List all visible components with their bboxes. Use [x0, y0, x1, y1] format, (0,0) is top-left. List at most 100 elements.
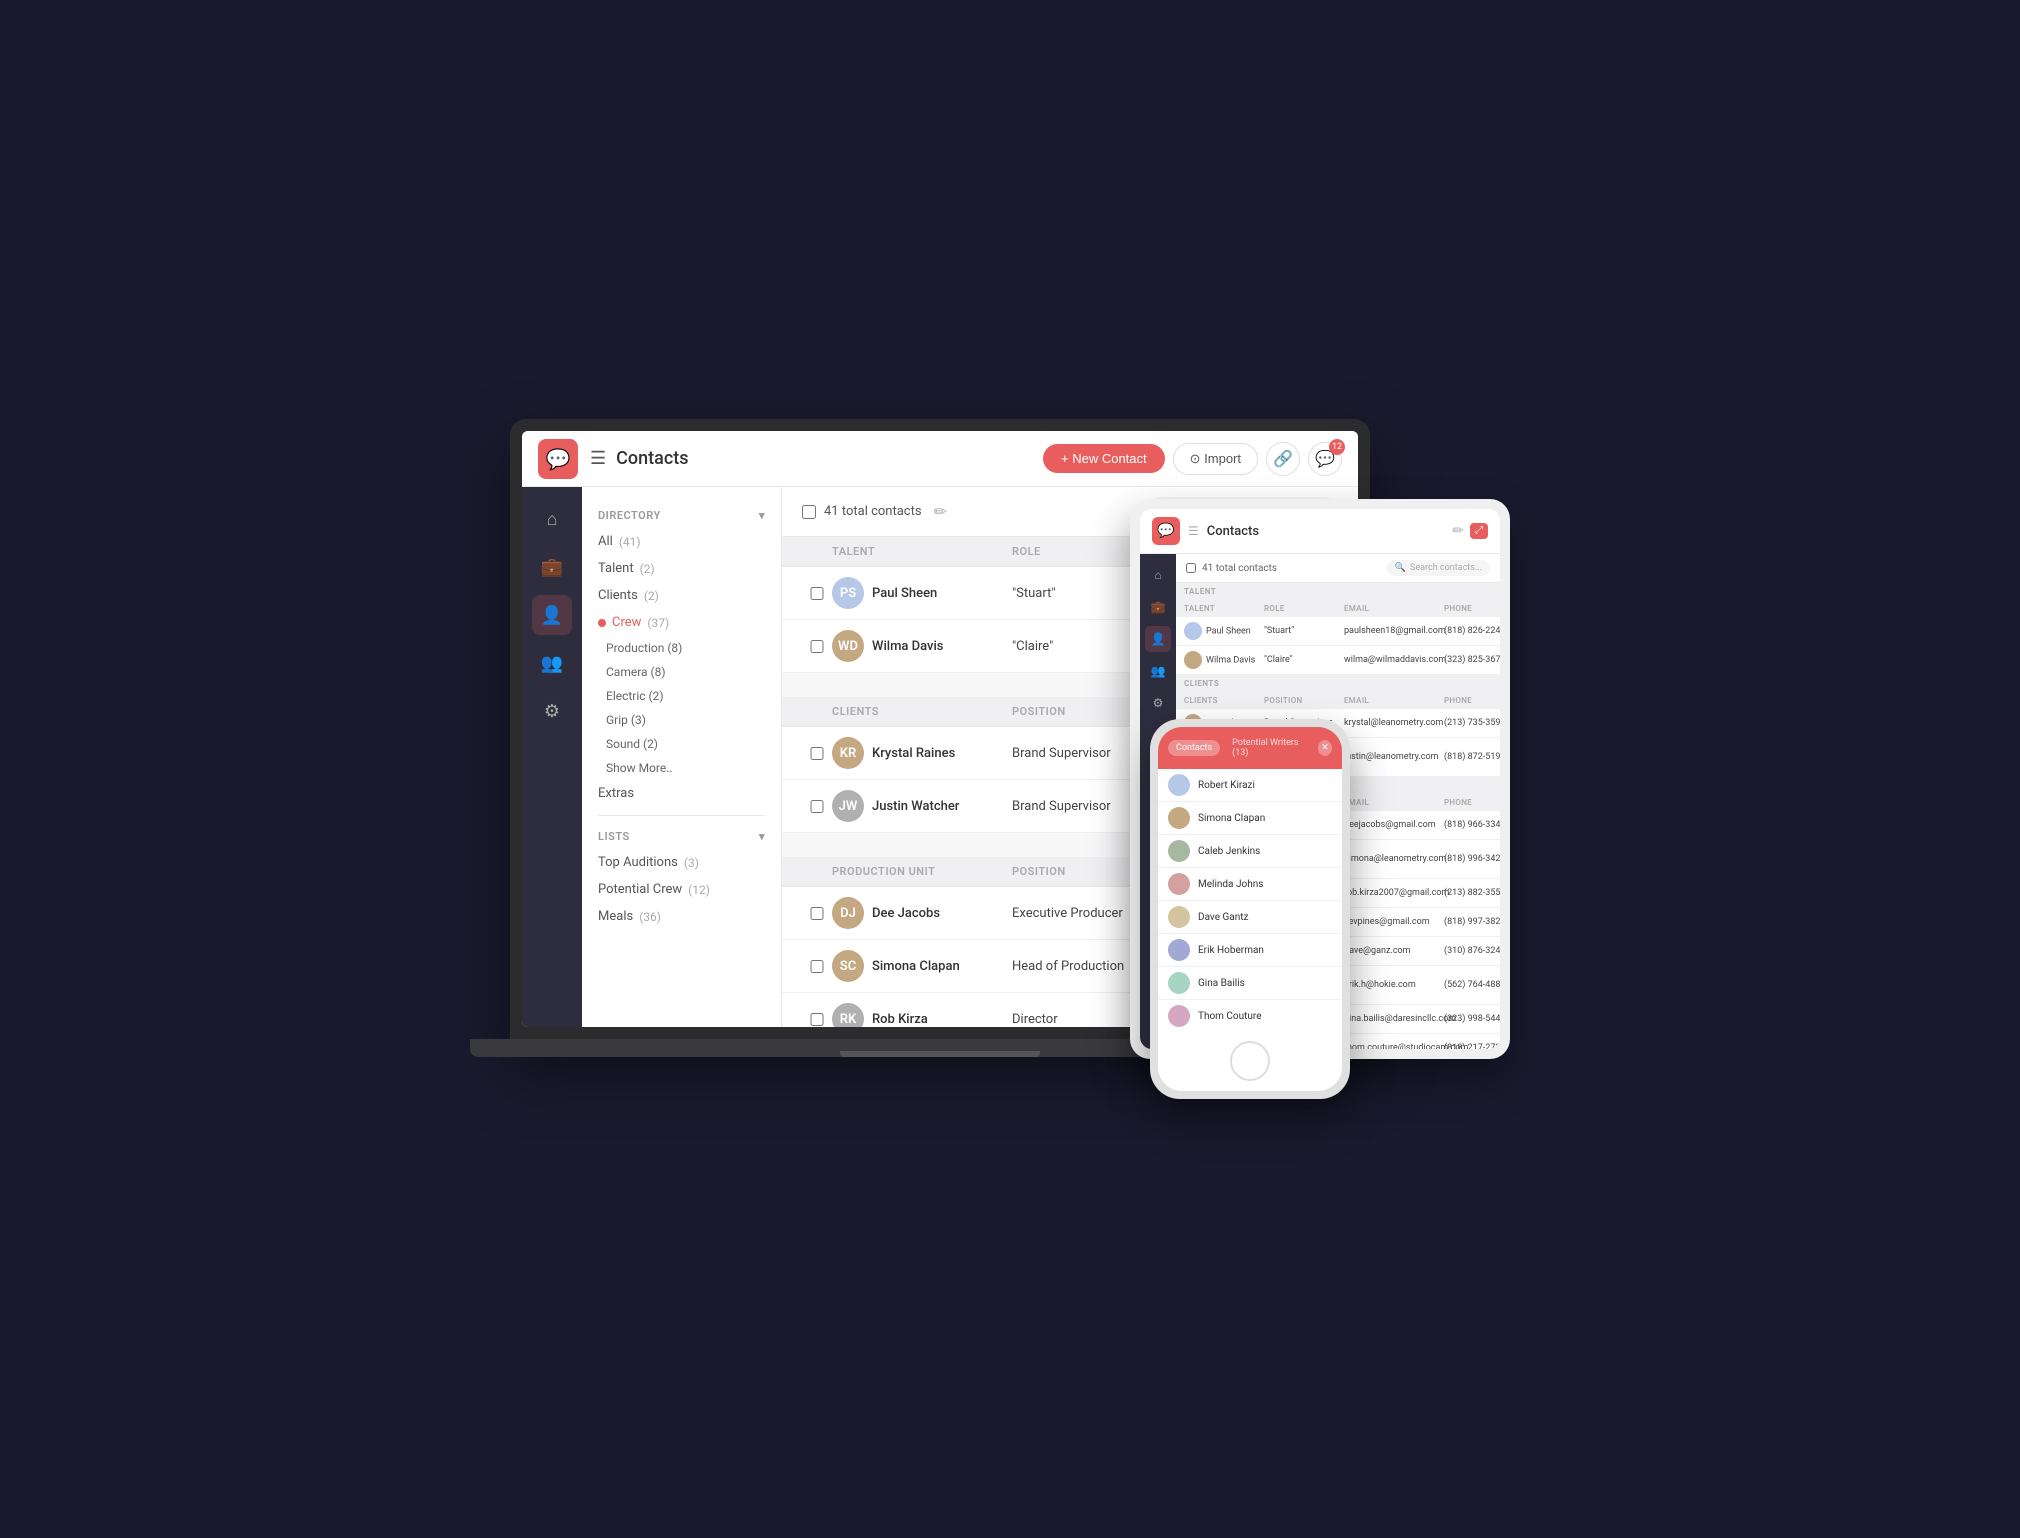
row-checkbox[interactable] — [802, 747, 832, 760]
nav-extras[interactable]: Extras — [582, 780, 781, 807]
directory-label: DIRECTORY — [598, 509, 661, 522]
contact-name-cell: PS Paul Sheen — [832, 577, 1012, 609]
tablet-sidebar-groups[interactable]: 👥 — [1145, 658, 1171, 684]
phone-device: Contacts Potential Writers (13) ✕ Robert… — [1150, 719, 1350, 1099]
phone-tab-contacts[interactable]: Contacts — [1168, 740, 1220, 756]
phone-home-button[interactable] — [1230, 1041, 1270, 1081]
phone-contact-name: Melinda Johns — [1198, 879, 1263, 890]
link-button[interactable]: 🔗 — [1266, 442, 1300, 476]
sub-sound[interactable]: Sound (2) — [582, 732, 781, 756]
sidebar-item-groups[interactable]: 👥 — [532, 643, 572, 683]
app-header: 💬 ☰ Contacts + New Contact ⊙ Import 🔗 💬 … — [522, 431, 1358, 487]
phone-list-item: Gina Bailis — [1158, 967, 1342, 1000]
sub-production[interactable]: Production (8) — [582, 636, 781, 660]
notification-badge: 12 — [1329, 439, 1345, 455]
nav-talent[interactable]: Talent (2) — [582, 555, 781, 582]
tablet-actions: ✏ ⤢ — [1452, 523, 1488, 539]
tablet-expand-icon[interactable]: ⤢ — [1470, 523, 1488, 539]
tablet-clients-header: CLIENTS POSITION EMAIL PHONE LIST — [1176, 692, 1500, 709]
tablet-select-all[interactable] — [1186, 563, 1196, 573]
row-checkbox[interactable] — [802, 960, 832, 973]
import-button[interactable]: ⊙ Import — [1173, 443, 1258, 475]
sub-camera[interactable]: Camera (8) — [582, 660, 781, 684]
lists-label: LISTS — [598, 830, 630, 843]
total-count-label: 41 total contacts — [824, 504, 922, 519]
phone-close-button[interactable]: ✕ — [1318, 740, 1332, 756]
nav-clients-count: (2) — [644, 589, 659, 603]
phone-list-item: Melinda Johns — [1158, 868, 1342, 901]
phone-avatar — [1168, 807, 1190, 829]
chat-button[interactable]: 💬 12 — [1308, 442, 1342, 476]
tablet-avatar — [1184, 651, 1202, 669]
nav-all-label: All — [598, 534, 613, 549]
tablet-sidebar-home[interactable]: ⌂ — [1145, 562, 1171, 588]
row-checkbox[interactable] — [802, 587, 832, 600]
contact-name-cell: WD Wilma Davis — [832, 630, 1012, 662]
row-checkbox[interactable] — [802, 907, 832, 920]
nav-meals[interactable]: Meals (36) — [582, 903, 781, 930]
contact-name-cell: SC Simona Clapan — [832, 950, 1012, 982]
tablet-search-label: Search contacts... — [1410, 563, 1482, 573]
directory-header: DIRECTORY ▾ — [582, 503, 781, 528]
nav-crew-label: Crew — [612, 615, 641, 630]
tablet-avatar — [1184, 622, 1202, 640]
lists-header: LISTS ▾ — [582, 824, 781, 849]
sidebar-item-contacts[interactable]: 👤 — [532, 595, 572, 635]
avatar: DJ — [832, 897, 864, 929]
sub-show-more[interactable]: Show More.. — [582, 756, 781, 780]
nav-all-count: (41) — [619, 535, 641, 549]
nav-clients[interactable]: Clients (2) — [582, 582, 781, 609]
sidebar-item-projects[interactable]: 💼 — [532, 547, 572, 587]
phone-contact-name: Erik Hoberman — [1198, 945, 1264, 956]
phone-contact-name: Simona Clapan — [1198, 813, 1265, 824]
tablet-talent-header: TALENT ROLE EMAIL PHONE LIST — [1176, 600, 1500, 617]
tablet-table-row: Paul Sheen "Stuart" paulsheen18@gmail.co… — [1176, 617, 1500, 646]
nav-talent-label: Talent — [598, 561, 634, 576]
tablet-sidebar-settings[interactable]: ⚙ — [1145, 690, 1171, 716]
phone-avatar — [1168, 972, 1190, 994]
lists-chevron: ▾ — [759, 830, 765, 843]
tablet-sidebar-projects[interactable]: 💼 — [1145, 594, 1171, 620]
phone-tab-potential[interactable]: Potential Writers (13) — [1226, 735, 1312, 761]
potential-crew-count: (12) — [688, 883, 710, 897]
sidebar: ⌂ 💼 👤 👥 ⚙ — [522, 487, 582, 1027]
tablet-title: Contacts — [1207, 524, 1259, 539]
hamburger-icon[interactable]: ☰ — [590, 448, 606, 469]
phone-contact-name: Thom Couture — [1198, 1011, 1262, 1022]
crew-active-dot — [598, 619, 606, 627]
select-all-checkbox[interactable] — [802, 505, 816, 519]
nav-clients-label: Clients — [598, 588, 638, 603]
tablet-edit-icon[interactable]: ✏ — [1452, 523, 1464, 539]
phone-list-item: Robert Kirazi — [1158, 769, 1342, 802]
phone-screen: Contacts Potential Writers (13) ✕ Robert… — [1158, 727, 1342, 1091]
phone-avatar — [1168, 873, 1190, 895]
sidebar-item-settings[interactable]: ⚙ — [532, 691, 572, 731]
row-checkbox[interactable] — [802, 1013, 832, 1026]
contact-name: Simona Clapan — [872, 959, 960, 974]
tablet-sidebar-contacts[interactable]: 👤 — [1145, 626, 1171, 652]
nav-all[interactable]: All (41) — [582, 528, 781, 555]
phone-contact-name: Gina Bailis — [1198, 978, 1245, 989]
phone-avatar — [1168, 939, 1190, 961]
sidebar-item-home[interactable]: ⌂ — [532, 499, 572, 539]
avatar: KR — [832, 737, 864, 769]
panel-divider — [598, 815, 765, 816]
sub-grip[interactable]: Grip (3) — [582, 708, 781, 732]
nav-potential-crew[interactable]: Potential Crew (12) — [582, 876, 781, 903]
phone-avatar — [1168, 840, 1190, 862]
nav-crew[interactable]: Crew (37) — [582, 609, 781, 636]
nav-top-auditions[interactable]: Top Auditions (3) — [582, 849, 781, 876]
page-title: Contacts — [616, 448, 1043, 469]
contact-name: Rob Kirza — [872, 1012, 928, 1027]
talent-col-name: TALENT — [832, 545, 1012, 558]
contact-name: Paul Sheen — [872, 586, 937, 601]
sub-electric[interactable]: Electric (2) — [582, 684, 781, 708]
potential-crew-label: Potential Crew — [598, 882, 682, 897]
new-contact-button[interactable]: + New Contact — [1043, 444, 1165, 473]
contact-name-cell: DJ Dee Jacobs — [832, 897, 1012, 929]
top-auditions-count: (3) — [684, 856, 699, 870]
left-panel: DIRECTORY ▾ All (41) Talent (2) Clients … — [582, 487, 782, 1027]
edit-icon[interactable]: ✏ — [934, 502, 947, 521]
row-checkbox[interactable] — [802, 800, 832, 813]
row-checkbox[interactable] — [802, 640, 832, 653]
